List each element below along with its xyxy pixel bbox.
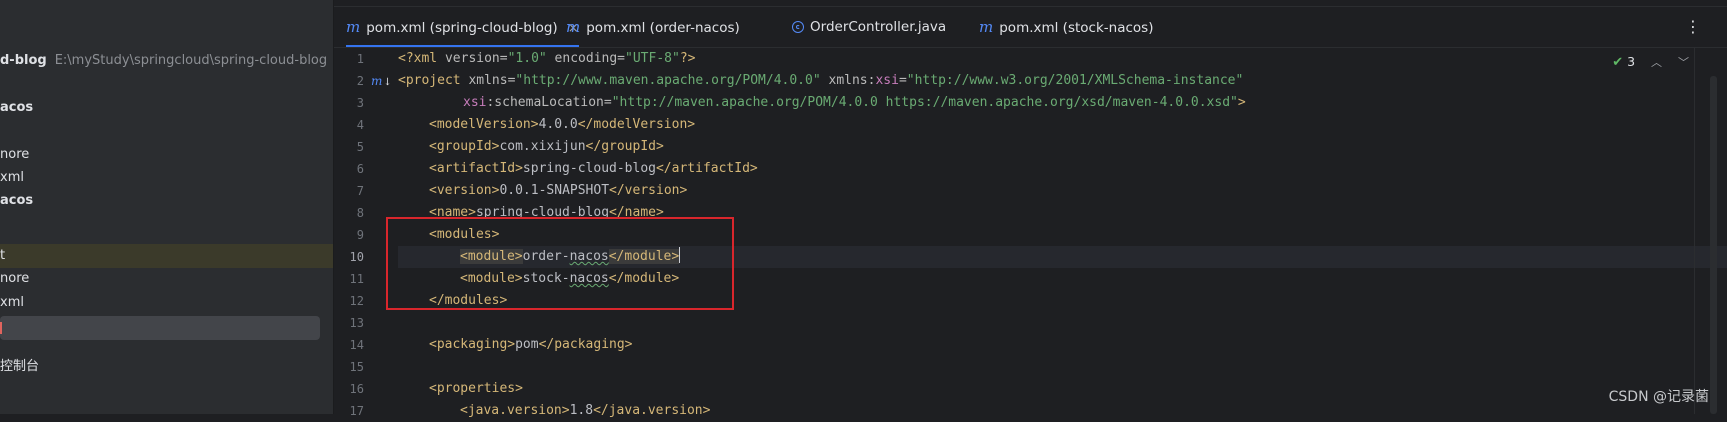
code-line-4: <modelVersion>4.0.0</modelVersion>: [429, 117, 696, 132]
code-line-16: <properties>: [429, 381, 523, 396]
java-class-icon: [792, 21, 804, 33]
code-line-10: <module>order-nacos</module>: [460, 247, 681, 264]
line-number: 9: [356, 228, 364, 242]
editor-tab-bar: m pom.xml (spring-cloud-blog) × m pom.xml (…: [334, 7, 1727, 48]
tab-pom-stock-nacos[interactable]: m pom.xml (stock-nacos): [979, 7, 1153, 47]
maven-m-icon: m: [566, 18, 581, 36]
maven-m-icon: m: [346, 18, 361, 36]
tab-label: pom.xml (spring-cloud-blog): [366, 20, 558, 36]
line-number: 6: [356, 162, 364, 176]
line-number-gutter[interactable]: 1 2 3 4 5 6 7 8 9 10 11 12 13 14 15 16 1…: [334, 48, 394, 418]
line-number: 14: [349, 338, 364, 352]
code-line-9: <modules>: [429, 227, 500, 242]
chevron-down-icon[interactable]: ﹀: [1678, 56, 1689, 69]
code-line-5: <groupId>com.xixijun</groupId>: [429, 139, 664, 154]
maven-m-icon: m: [979, 18, 994, 36]
text-caret: [679, 247, 681, 263]
tree-item-selected[interactable]: [0, 316, 320, 340]
code-line-7: <version>0.0.1-SNAPSHOT</version>: [429, 183, 688, 198]
project-root-path: E:\myStudy\springcloud\spring-cloud-blog: [54, 53, 328, 68]
tree-item[interactable]: t: [0, 245, 5, 267]
code-line-1: <?xml version="1.0" encoding="UTF-8"?>: [398, 51, 696, 66]
code-line-8: <name>spring-cloud-blog</name>: [429, 205, 664, 220]
chevron-up-icon[interactable]: ︿: [1651, 56, 1662, 69]
maven-module-gutter-icon[interactable]: m↓: [371, 74, 392, 88]
editor-area: m pom.xml (spring-cloud-blog) × m pom.xml (…: [334, 0, 1727, 418]
line-number: 5: [356, 140, 364, 154]
more-options-icon[interactable]: ⋮: [1685, 7, 1701, 47]
error-marker: [0, 322, 2, 334]
tree-item[interactable]: xml: [0, 167, 24, 189]
code-line-11: <module>stock-nacos</module>: [460, 271, 680, 286]
line-number: 17: [349, 404, 364, 418]
tab-label: pom.xml (order-nacos): [586, 20, 740, 36]
line-number: 8: [356, 206, 364, 220]
watermark: CSDN @记录菌: [1608, 389, 1709, 405]
code-line-3: xsi:schemaLocation="http://maven.apache.…: [463, 95, 1246, 110]
line-number: 2: [356, 74, 364, 88]
top-strip: [334, 0, 1727, 7]
line-number: 3: [356, 96, 364, 110]
line-number: 1: [356, 52, 364, 66]
tree-item-console[interactable]: 控制台: [0, 356, 39, 378]
project-root-name: d-blog: [0, 53, 47, 68]
right-margin-guide: [1694, 48, 1695, 414]
tree-item[interactable]: nore: [0, 268, 29, 290]
line-number: 16: [349, 382, 364, 396]
tree-item[interactable]: acos: [0, 97, 33, 119]
line-number: 11: [349, 272, 364, 286]
inspection-count: 3: [1627, 54, 1636, 69]
project-root-node[interactable]: d-blog E:\myStudy\springcloud\spring-clou…: [0, 50, 327, 72]
inspection-widget[interactable]: ✔ 3 ︿ ﹀: [1612, 52, 1689, 72]
code-editor[interactable]: <?xml version="1.0" encoding="UTF-8"?> <…: [398, 48, 1727, 418]
tree-item[interactable]: acos: [0, 190, 33, 212]
line-number-current: 10: [349, 250, 364, 264]
line-number: 12: [349, 294, 364, 308]
code-line-6: <artifactId>spring-cloud-blog</artifactI…: [429, 161, 758, 176]
line-number: 13: [349, 316, 364, 330]
line-number: 4: [356, 118, 364, 132]
tree-item[interactable]: nore: [0, 144, 29, 166]
tab-pom-order-nacos[interactable]: m pom.xml (order-nacos): [566, 7, 740, 47]
line-number: 7: [356, 184, 364, 198]
tree-item[interactable]: xml: [0, 292, 24, 314]
code-line-2: <project xmlns="http://www.maven.apache.…: [398, 73, 1244, 88]
line-number: 15: [349, 360, 364, 374]
tree-item-highlight: [0, 244, 333, 268]
tab-label: pom.xml (stock-nacos): [999, 20, 1154, 36]
tab-order-controller[interactable]: OrderController.java: [792, 7, 946, 47]
code-line-12: </modules>: [429, 293, 508, 308]
code-line-17: <java.version>1.8</java.version>: [460, 403, 711, 418]
project-tool-window: d-blog E:\myStudy\springcloud\spring-clou…: [0, 0, 333, 414]
vertical-scrollbar[interactable]: [1710, 76, 1717, 414]
check-icon: ✔: [1612, 55, 1624, 70]
tab-pom-spring-cloud-blog[interactable]: m pom.xml (spring-cloud-blog) ×: [346, 7, 579, 47]
code-line-14: <packaging>pom</packaging>: [429, 337, 633, 352]
tab-label: OrderController.java: [810, 19, 947, 35]
